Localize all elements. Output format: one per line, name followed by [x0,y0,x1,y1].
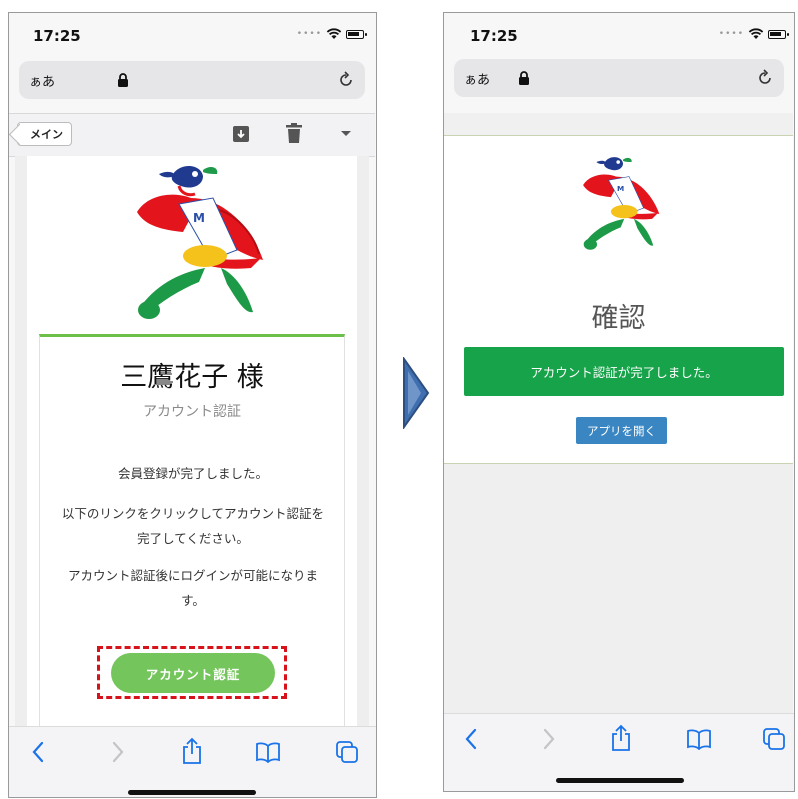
account-verify-button[interactable]: アカウント認証 [111,653,275,693]
wifi-icon [748,28,764,39]
reload-icon[interactable] [337,71,355,89]
address-bar[interactable]: ぁあ [454,59,784,97]
page-empty-area [444,464,793,714]
email-margin-right [357,156,369,726]
signal-dots: •••• [296,29,322,39]
share-icon[interactable] [610,724,632,752]
back-to-inbox-button[interactable]: メイン [17,122,72,146]
tabs-icon[interactable] [335,740,359,764]
address-bar[interactable]: ぁあ [19,61,365,99]
right-arrow-icon [403,357,430,429]
chevron-down-icon[interactable] [340,130,352,138]
bookmarks-icon[interactable] [686,728,712,750]
archive-icon[interactable] [231,124,251,144]
share-icon[interactable] [181,737,203,765]
safari-toolbar [444,713,794,791]
tabs-icon[interactable] [762,727,786,751]
trash-icon[interactable] [285,123,303,144]
email-paragraph-login-note: アカウント認証後にログインが可能になります。 [67,568,318,608]
status-indicators: •••• [296,28,367,40]
reader-aa-button[interactable]: ぁあ [29,71,55,90]
phone-screen-confirmation: 17:25 •••• ぁあ M 確認 アカウント認証が完了しました。 アプリを開… [443,12,795,792]
open-app-button[interactable]: アプリを開く [576,417,667,444]
verification-success-alert: アカウント認証が完了しました。 [464,347,784,396]
email-margin-left [15,156,27,726]
email-subtitle: アカウント認証 [143,404,241,420]
email-body: M 三鷹花子 様 アカウント認証 会員登録が完了しました。 以下のリンクをクリッ… [27,156,357,754]
email-paragraph-instruction: 以下のリンクをクリックしてアカウント認証を完了してください。 [61,506,325,546]
signal-dots: •••• [718,29,744,39]
battery-icon [346,29,367,39]
email-paragraph-registered: 会員登録が完了しました。 [117,466,268,481]
status-indicators: •••• [718,28,789,40]
lock-icon [519,71,529,85]
phone-screen-email: 17:25 •••• ぁあ メイン M 三鷹花子 様 アカウント認証 会員登録が… [8,12,377,798]
forward-icon[interactable] [111,741,125,763]
safari-toolbar [9,726,376,797]
wifi-icon [326,28,342,39]
mail-toolbar: メイン [9,113,375,157]
back-button-label: メイン [30,128,63,141]
status-time: 17:25 [470,27,518,45]
home-indicator [128,790,256,795]
battery-icon [768,29,789,39]
status-time: 17:25 [33,27,81,45]
reload-icon[interactable] [756,69,774,87]
confirmation-title: 確認 [591,303,646,334]
bookmarks-icon[interactable] [255,741,281,763]
page-header-strip [444,113,793,136]
home-indicator [556,778,684,783]
back-icon[interactable] [464,728,478,750]
mitaka-city-logo: M [137,165,263,319]
confirmation-panel: M 確認 アカウント認証が完了しました。 アプリを開く [444,136,793,464]
logo-mark-letter: M [193,211,205,225]
logo-mark-letter: M [617,184,624,193]
back-icon[interactable] [31,741,45,763]
recipient-greeting: 三鷹花子 様 [120,362,264,393]
lock-icon [118,73,128,87]
mitaka-city-logo: M [583,157,660,250]
forward-icon[interactable] [542,728,556,750]
reader-aa-button[interactable]: ぁあ [464,69,490,88]
